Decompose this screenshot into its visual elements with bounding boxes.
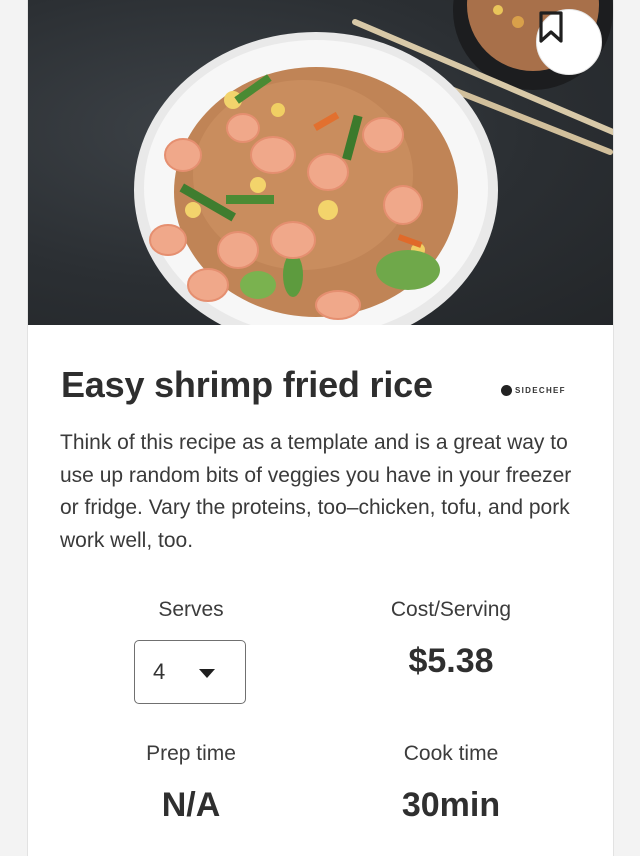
cost-value: $5.38 <box>408 642 494 680</box>
prep-time-value: N/A <box>161 786 221 824</box>
bookmark-button[interactable] <box>536 9 602 75</box>
brand-logo: SIDECHEF <box>501 383 566 397</box>
serves-label: Serves <box>158 598 224 621</box>
cost-label: Cost/Serving <box>390 598 512 621</box>
recipe-photo <box>28 0 613 325</box>
fried-rice-image <box>134 0 613 325</box>
serves-dropdown[interactable]: 4 <box>134 640 246 704</box>
recipe-card: Easy shrimp fried rice SIDECHEF Think of… <box>27 0 614 856</box>
recipe-description: Think of this recipe as a template and i… <box>60 431 572 552</box>
serves-value: 4 <box>153 659 166 684</box>
recipe-title: Easy shrimp fried rice <box>61 364 433 405</box>
sidechef-logo-icon <box>501 384 512 396</box>
cook-time-label: Cook time <box>403 742 499 765</box>
bookmark-icon <box>539 11 563 43</box>
caret-down-icon <box>199 669 215 678</box>
prep-time-label: Prep time <box>146 742 236 765</box>
brand-name: SIDECHEF <box>515 385 566 395</box>
cook-time-value: 30min <box>401 786 501 824</box>
